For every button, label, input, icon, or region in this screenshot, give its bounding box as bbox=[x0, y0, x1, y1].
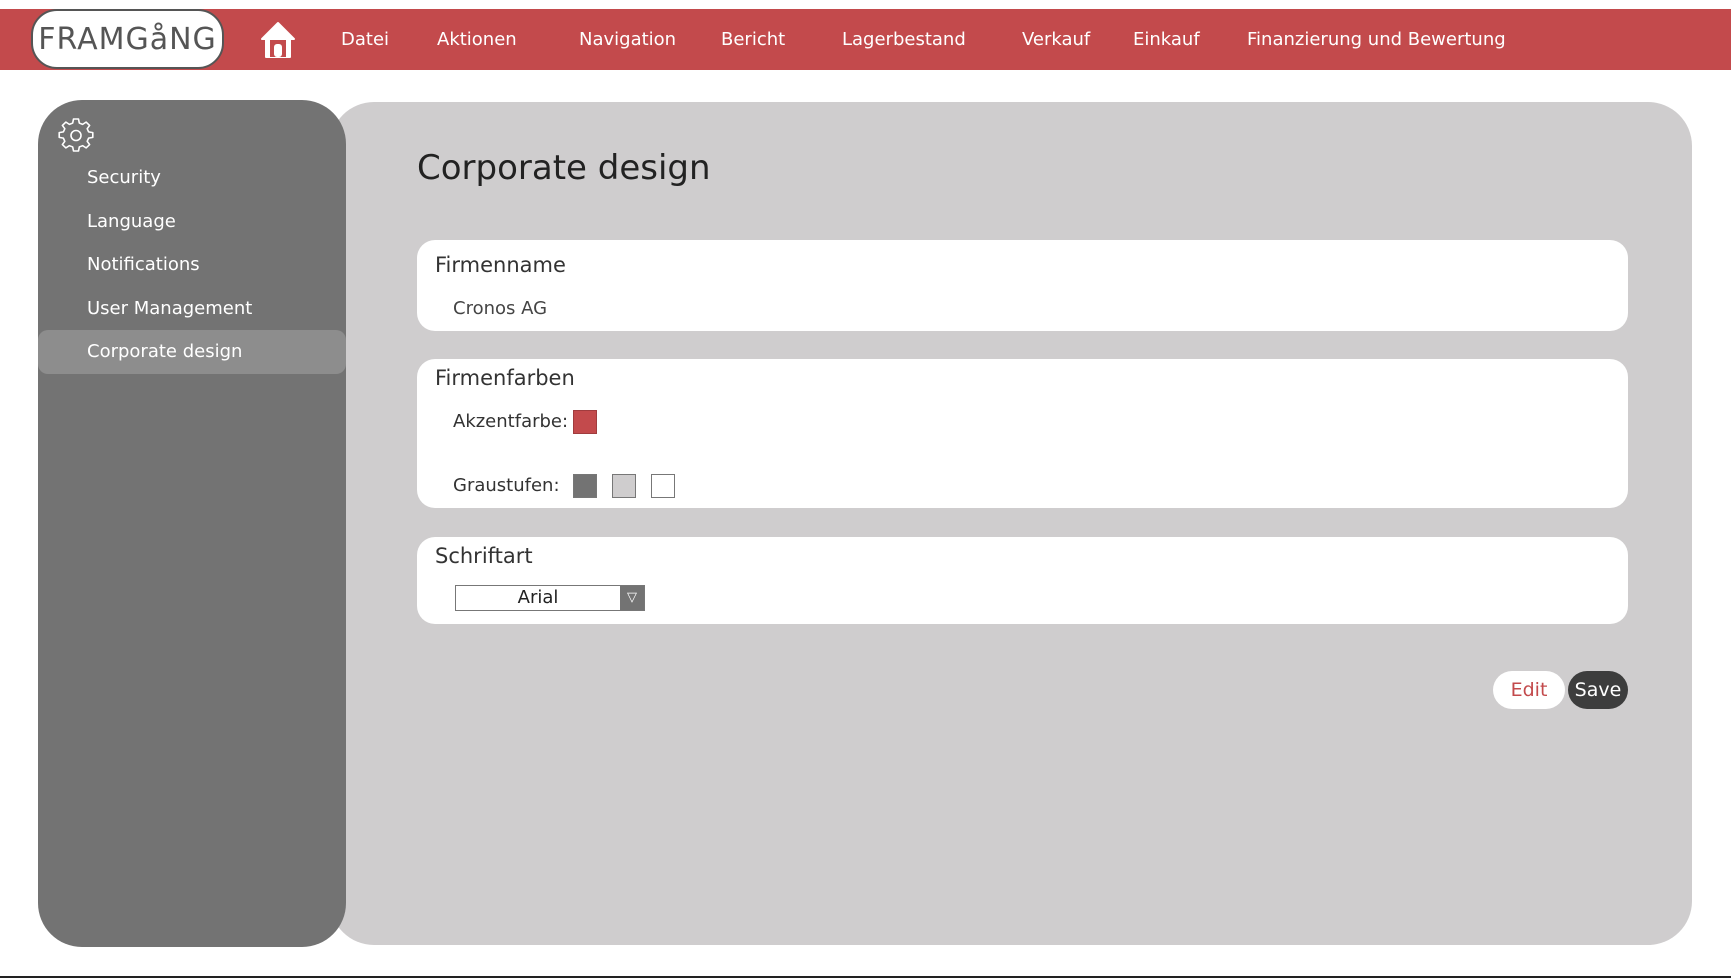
font-select[interactable]: Arial ▽ bbox=[455, 585, 645, 611]
content-panel: Corporate design Firmenname Cronos AG Fi… bbox=[330, 102, 1692, 945]
menu-item-einkauf[interactable]: Einkauf bbox=[1133, 9, 1200, 70]
accent-color-swatch[interactable] bbox=[573, 410, 597, 434]
save-button[interactable]: Save bbox=[1568, 671, 1628, 709]
menu-item-aktionen[interactable]: Aktionen bbox=[437, 9, 517, 70]
grayscale-swatch-dark[interactable] bbox=[573, 474, 597, 498]
company-colors-card: Firmenfarben Akzentfarbe: Graustufen: bbox=[417, 359, 1628, 508]
menu-item-verkauf[interactable]: Verkauf bbox=[1022, 9, 1090, 70]
grayscale-swatch-white[interactable] bbox=[651, 474, 675, 498]
company-name-title: Firmenname bbox=[435, 253, 566, 277]
font-card: Schriftart Arial ▽ bbox=[417, 537, 1628, 624]
chevron-down-icon[interactable]: ▽ bbox=[620, 586, 644, 610]
sidebar-item-label: Corporate design bbox=[87, 341, 243, 362]
company-name-card: Firmenname Cronos AG bbox=[417, 240, 1628, 331]
sidebar-item-label: User Management bbox=[87, 298, 253, 319]
menu-item-datei[interactable]: Datei bbox=[341, 9, 389, 70]
sidebar-item-corporate-design[interactable]: Corporate design bbox=[38, 330, 346, 374]
grayscale-label: Graustufen: bbox=[453, 475, 560, 496]
grayscale-swatch-light[interactable] bbox=[612, 474, 636, 498]
sidebar-item-language[interactable]: Language bbox=[38, 200, 346, 244]
sidebar-item-label: Language bbox=[87, 211, 176, 232]
menu-item-finanzierung[interactable]: Finanzierung und Bewertung bbox=[1247, 9, 1506, 70]
font-title: Schriftart bbox=[435, 544, 533, 568]
menu-item-lagerbestand[interactable]: Lagerbestand bbox=[842, 9, 966, 70]
font-select-value: Arial bbox=[517, 587, 559, 608]
accent-color-label: Akzentfarbe: bbox=[453, 411, 569, 432]
settings-sidebar: Security Language Notifications User Man… bbox=[38, 100, 346, 947]
sidebar-item-label: Security bbox=[87, 167, 161, 188]
page-title: Corporate design bbox=[417, 148, 711, 188]
sidebar-item-security[interactable]: Security bbox=[38, 156, 346, 200]
sidebar-item-user-management[interactable]: User Management bbox=[38, 287, 346, 331]
menu-item-bericht[interactable]: Bericht bbox=[721, 9, 785, 70]
sidebar-item-label: Notifications bbox=[87, 254, 200, 275]
gear-icon bbox=[58, 118, 94, 154]
edit-button[interactable]: Edit bbox=[1493, 671, 1565, 709]
sidebar-item-notifications[interactable]: Notifications bbox=[38, 243, 346, 287]
menu-item-navigation[interactable]: Navigation bbox=[579, 9, 676, 70]
company-name-value[interactable]: Cronos AG bbox=[453, 298, 547, 319]
company-colors-title: Firmenfarben bbox=[435, 366, 575, 390]
main-menu: Datei Aktionen Navigation Bericht Lagerb… bbox=[0, 9, 1731, 70]
